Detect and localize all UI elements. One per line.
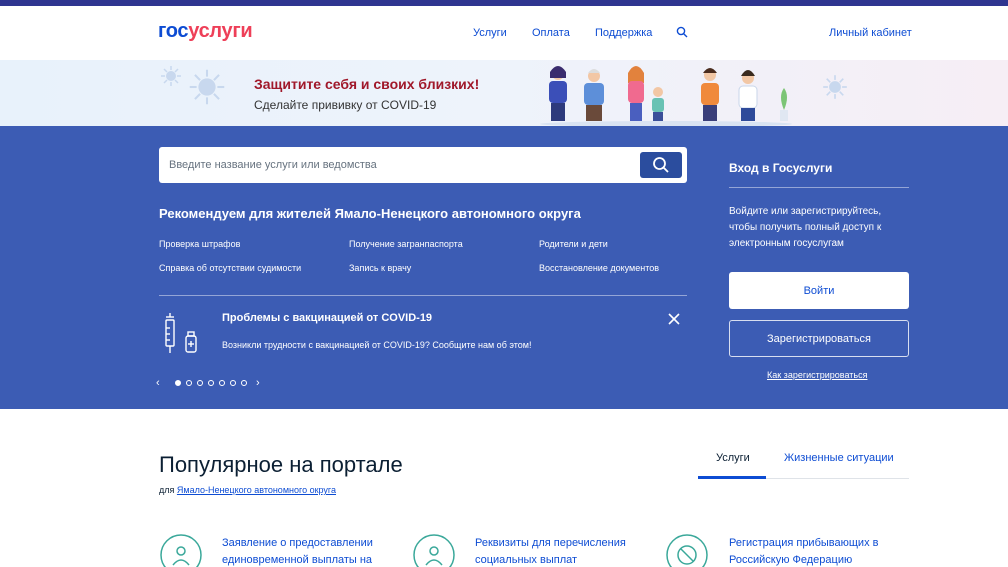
family-payment-icon — [160, 534, 202, 567]
carousel-dot[interactable] — [230, 380, 236, 386]
family-vaccination-illustration — [540, 66, 792, 126]
person-girl — [628, 66, 644, 121]
virus-icon — [823, 75, 847, 99]
divider — [159, 295, 687, 296]
tab-life-situations[interactable]: Жизненные ситуации — [784, 452, 894, 464]
search-icon — [653, 157, 669, 173]
person-woman — [549, 66, 567, 121]
link-restore-documents[interactable]: Восстановление документов — [539, 263, 659, 273]
social-payment-icon — [413, 534, 455, 567]
hero-section: Рекомендуем для жителей Ямало-Ненецкого … — [0, 126, 1008, 409]
site-header: госуслуги Услуги Оплата Поддержка Личный… — [0, 6, 1008, 60]
popular-region: для Ямало-Ненецкого автономного округа — [159, 485, 336, 495]
search-icon[interactable] — [676, 26, 688, 38]
carousel-dot[interactable] — [219, 380, 225, 386]
register-button[interactable]: Зарегистрироваться — [729, 320, 909, 357]
no-entry-icon — [666, 534, 708, 567]
carousel-next-button[interactable]: › — [256, 377, 260, 389]
carousel-dot[interactable] — [241, 380, 247, 386]
carousel-dot[interactable] — [186, 380, 192, 386]
nav-services[interactable]: Услуги — [473, 27, 507, 39]
banner-subtitle: Сделайте прививку от COVID-19 — [254, 98, 437, 112]
region-link[interactable]: Ямало-Ненецкого автономного округа — [177, 485, 336, 495]
carousel-dot[interactable] — [197, 380, 203, 386]
link-passport[interactable]: Получение загранпаспорта — [349, 239, 463, 249]
service-search-input[interactable] — [159, 147, 629, 183]
link-criminal-record[interactable]: Справка об отсутствии судимости — [159, 263, 301, 273]
gosuslugi-logo[interactable]: госуслуги — [158, 20, 253, 43]
carousel-prev-button[interactable]: ‹ — [156, 377, 160, 389]
popular-region-prefix: для — [159, 485, 175, 495]
popular-title: Популярное на портале — [159, 452, 403, 477]
virus-icon — [161, 66, 181, 86]
recommend-title: Рекомендуем для жителей Ямало-Ненецкого … — [159, 206, 581, 221]
link-parents-children[interactable]: Родители и дети — [539, 239, 608, 249]
personal-account-link[interactable]: Личный кабинет — [829, 27, 912, 39]
syringe-icon — [165, 313, 197, 353]
divider — [729, 187, 909, 188]
logo-part-uslugi: услуги — [188, 20, 253, 42]
nav-support[interactable]: Поддержка — [595, 27, 652, 39]
popular-card-registration[interactable]: Регистрация прибывающих в Российскую Фед… — [729, 535, 889, 567]
person-man — [701, 68, 719, 121]
carousel-dot[interactable] — [208, 380, 214, 386]
link-doctor-appointment[interactable]: Запись к врачу — [349, 263, 411, 273]
person-grandparent — [584, 69, 604, 121]
covid-notice-title: Проблемы с вакцинацией от COVID-19 — [222, 312, 433, 324]
login-description: Войдите или зарегистрируйтесь, чтобы пол… — [729, 206, 882, 249]
tab-services[interactable]: Услуги — [716, 452, 750, 464]
how-to-register-link[interactable]: Как зарегистрироваться — [767, 370, 867, 380]
service-search — [159, 147, 687, 183]
close-icon[interactable] — [667, 312, 681, 326]
banner-title: Защитите себя и своих близких! — [254, 76, 480, 92]
login-button[interactable]: Войти — [729, 272, 909, 309]
login-title: Вход в Госуслуги — [729, 161, 833, 175]
virus-icon — [189, 69, 225, 105]
carousel-dot[interactable] — [175, 380, 181, 386]
popular-card-payment[interactable]: Заявление о предоставлении единовременно… — [222, 535, 382, 567]
link-check-fines[interactable]: Проверка штрафов — [159, 239, 240, 249]
covid-notice-text: Возникли трудности с вакцинацией от COVI… — [222, 340, 532, 350]
popular-card-requisites[interactable]: Реквизиты для перечисления социальных вы… — [475, 535, 635, 567]
person-doctor — [738, 70, 758, 121]
nav-payment[interactable]: Оплата — [532, 27, 570, 39]
plant — [780, 88, 788, 121]
active-tab-indicator — [698, 476, 766, 479]
person-child — [652, 87, 664, 121]
logo-part-gos: гос — [158, 20, 189, 42]
vaccination-banner[interactable]: Защитите себя и своих близких! Сделайте … — [0, 60, 1008, 126]
search-button[interactable] — [640, 152, 682, 178]
